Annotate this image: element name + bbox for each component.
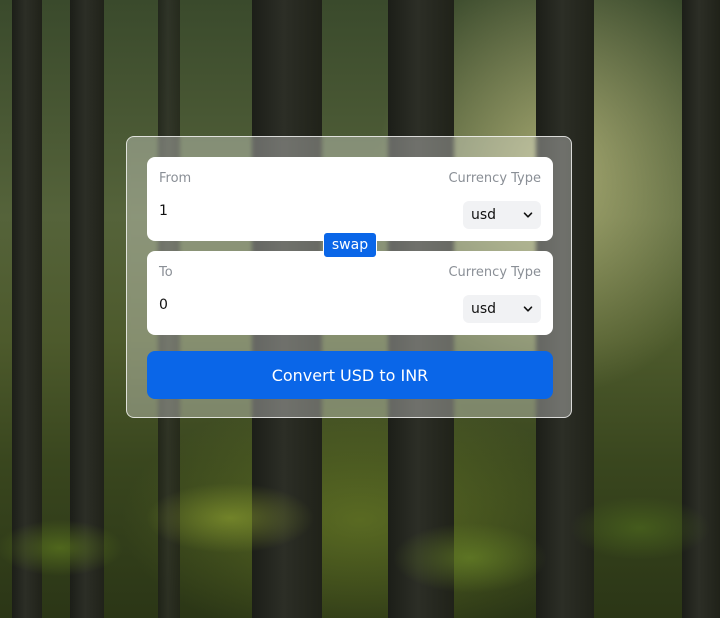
- to-label: To: [159, 265, 173, 280]
- to-amount-input[interactable]: [159, 297, 359, 313]
- undergrowth: [0, 428, 720, 618]
- to-currency-value: usd: [471, 301, 497, 317]
- from-section: From Currency Type usd: [147, 157, 553, 241]
- to-currency-type-label: Currency Type: [448, 265, 541, 280]
- to-currency-select[interactable]: usd: [463, 295, 541, 323]
- from-amount-input[interactable]: [159, 203, 359, 219]
- swap-button[interactable]: swap: [323, 232, 377, 258]
- to-section: To Currency Type usd: [147, 251, 553, 335]
- chevron-down-icon: [523, 212, 533, 218]
- from-label: From: [159, 171, 192, 186]
- from-currency-value: usd: [471, 207, 497, 223]
- from-currency-select[interactable]: usd: [463, 201, 541, 229]
- from-currency-type-label: Currency Type: [448, 171, 541, 186]
- converter-card: From Currency Type usd swap To Currency …: [126, 136, 572, 418]
- convert-button[interactable]: Convert USD to INR: [147, 351, 553, 399]
- chevron-down-icon: [523, 306, 533, 312]
